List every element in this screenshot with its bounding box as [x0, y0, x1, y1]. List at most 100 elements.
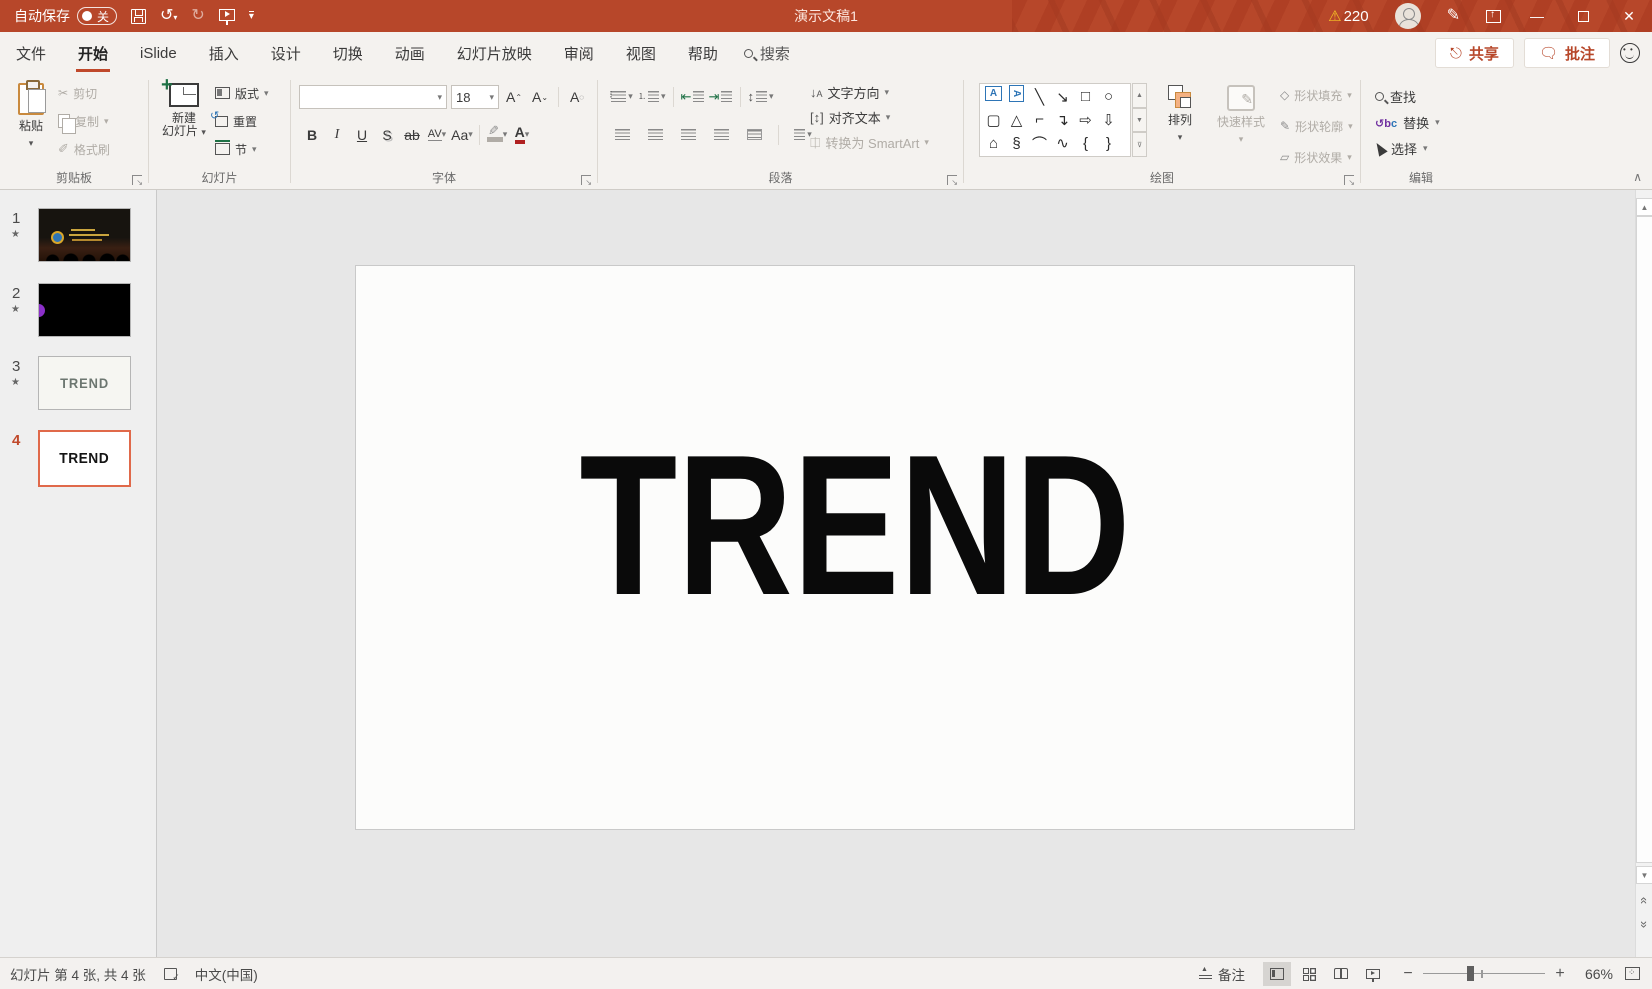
italic-button[interactable]: I: [326, 123, 348, 146]
clear-formatting-button[interactable]: A◌: [566, 86, 588, 109]
font-size-combo[interactable]: 18 ▾: [451, 85, 499, 109]
line-spacing-button[interactable]: ↕▾: [748, 85, 774, 108]
shape-icon-11[interactable]: ⇩: [1097, 109, 1120, 131]
save-icon[interactable]: [131, 9, 146, 24]
character-spacing-button[interactable]: AV▾: [426, 123, 448, 146]
numbering-button[interactable]: ⒈▾: [638, 85, 666, 108]
next-slide-icon[interactable]: »: [1637, 916, 1652, 931]
increase-indent-button[interactable]: ⇥: [709, 85, 733, 108]
undo-icon[interactable]: ↺▾: [160, 8, 177, 24]
ribbon-display-options-icon[interactable]: [1473, 0, 1514, 32]
section-button[interactable]: 节▾: [215, 137, 269, 161]
shape-effects-button[interactable]: ▱ 形状效果▾: [1280, 145, 1353, 169]
slide-2-preview[interactable]: [38, 283, 131, 337]
scrollbar-thumb[interactable]: [1636, 216, 1652, 863]
start-slideshow-icon[interactable]: [219, 9, 235, 21]
current-slide[interactable]: TREND: [355, 265, 1355, 830]
tab-design[interactable]: 设计: [255, 32, 317, 75]
tab-help[interactable]: 帮助: [672, 32, 734, 75]
shape-icon-16[interactable]: {: [1074, 132, 1097, 154]
search-box[interactable]: 搜索: [744, 43, 790, 64]
zoom-slider[interactable]: [1423, 973, 1545, 975]
slide-thumbnail-1[interactable]: 1 ★: [0, 208, 157, 262]
coming-soon-icon[interactable]: ✎: [1434, 0, 1473, 32]
strikethrough-button[interactable]: ab: [401, 123, 423, 146]
slide-1-preview[interactable]: [38, 208, 131, 262]
paragraph-dialog-launcher[interactable]: [947, 175, 957, 185]
clipboard-dialog-launcher[interactable]: [132, 175, 142, 185]
bullets-button[interactable]: ▾: [610, 85, 634, 108]
text-shadow-button[interactable]: S: [376, 123, 398, 146]
feedback-smiley-icon[interactable]: [1620, 43, 1640, 63]
underline-button[interactable]: U: [351, 123, 373, 146]
slide-sorter-view-button[interactable]: [1295, 962, 1323, 986]
layout-button[interactable]: 版式▾: [215, 81, 269, 105]
autosave-toggle[interactable]: 自动保存 关: [14, 6, 117, 26]
upload-warning[interactable]: ⚠ 220: [1315, 0, 1381, 32]
copy-button[interactable]: 复制 ▾: [58, 109, 110, 133]
align-right-button[interactable]: [676, 123, 700, 146]
align-left-button[interactable]: [610, 123, 634, 146]
redo-icon[interactable]: ↻: [191, 8, 204, 24]
select-button[interactable]: 选择▾: [1375, 139, 1481, 158]
shapes-gallery[interactable]: AA╲↘□○▢△⌐↴⇨⇩⌂§⌒∿{}: [979, 83, 1131, 157]
reading-view-button[interactable]: [1327, 962, 1355, 986]
gallery-scroll-up-icon[interactable]: ▲: [1132, 83, 1147, 108]
shape-icon-6[interactable]: ▢: [982, 109, 1005, 131]
collapse-ribbon-icon[interactable]: ∧: [1633, 170, 1642, 184]
slide-4-preview[interactable]: TREND: [38, 430, 131, 487]
account-avatar[interactable]: [1382, 0, 1434, 32]
slide-thumbnail-panel[interactable]: 1 ★ 2 ★ 3 ★ TREND 4 TREND: [0, 190, 157, 957]
grow-font-button[interactable]: A⌃: [503, 86, 525, 109]
columns-button[interactable]: [742, 123, 766, 146]
tab-insert[interactable]: 插入: [193, 32, 255, 75]
align-center-button[interactable]: [643, 123, 667, 146]
shape-icon-9[interactable]: ↴: [1051, 109, 1074, 131]
shape-icon-2[interactable]: ╲: [1028, 86, 1051, 108]
replace-button[interactable]: ↺bc 替换▾: [1375, 113, 1481, 132]
gallery-scroll-down-icon[interactable]: ▼: [1132, 108, 1147, 133]
gallery-more-icon[interactable]: ⊽: [1132, 132, 1147, 157]
shape-icon-13[interactable]: §: [1005, 132, 1028, 154]
comments-button[interactable]: 🗨 批注: [1524, 38, 1610, 68]
shape-icon-15[interactable]: ∿: [1051, 132, 1074, 154]
shape-icon-4[interactable]: □: [1074, 86, 1097, 108]
tab-slideshow[interactable]: 幻灯片放映: [441, 32, 548, 75]
share-button[interactable]: ⎋ 共享: [1435, 38, 1514, 68]
customize-qat-icon[interactable]: ▾: [249, 11, 254, 21]
decrease-indent-button[interactable]: ⇤: [681, 85, 705, 108]
font-name-combo[interactable]: ▾: [299, 85, 447, 109]
format-painter-button[interactable]: ✐ 格式刷: [58, 137, 110, 161]
font-color-button[interactable]: A▾: [511, 123, 533, 146]
vertical-scrollbar[interactable]: ▲ ▼ « »: [1635, 190, 1652, 957]
maximize-button[interactable]: [1560, 0, 1606, 32]
slide-title-text[interactable]: TREND: [456, 426, 1254, 626]
drawing-dialog-launcher[interactable]: [1344, 175, 1354, 185]
bold-button[interactable]: B: [301, 123, 323, 146]
shape-icon-3[interactable]: ↘: [1051, 86, 1074, 108]
tab-islide[interactable]: iSlide: [124, 32, 193, 75]
shape-icon-10[interactable]: ⇨: [1074, 109, 1097, 131]
shrink-font-button[interactable]: A⌄: [529, 86, 551, 109]
cut-button[interactable]: ✂ 剪切: [58, 81, 110, 105]
quick-styles-button[interactable]: 快速样式 ▾: [1208, 77, 1274, 167]
zoom-percentage[interactable]: 66%: [1571, 966, 1613, 982]
tab-transitions[interactable]: 切换: [317, 32, 379, 75]
language-indicator[interactable]: 中文(中国): [195, 964, 258, 984]
zoom-slider-thumb[interactable]: [1467, 966, 1474, 981]
shape-fill-button[interactable]: ◇ 形状填充▾: [1280, 83, 1353, 107]
shape-icon-1[interactable]: A: [1009, 85, 1024, 102]
slide-editing-canvas[interactable]: TREND: [158, 190, 1635, 957]
tab-file[interactable]: 文件: [0, 32, 62, 75]
justify-button[interactable]: [709, 123, 733, 146]
font-dialog-launcher[interactable]: [581, 175, 591, 185]
shape-icon-0[interactable]: A: [985, 86, 1002, 101]
change-case-button[interactable]: Aa▾: [451, 123, 473, 146]
find-button[interactable]: 查找: [1375, 87, 1481, 106]
shape-outline-button[interactable]: ✎ 形状轮廓▾: [1280, 114, 1353, 138]
shape-icon-8[interactable]: ⌐: [1028, 109, 1051, 131]
slideshow-view-button[interactable]: [1359, 962, 1387, 986]
new-slide-button[interactable]: 新建 幻灯片 ▾: [155, 75, 213, 165]
convert-smartart-button[interactable]: ⎅ 转换为 SmartArt▾: [810, 133, 929, 152]
shape-icon-7[interactable]: △: [1005, 109, 1028, 131]
